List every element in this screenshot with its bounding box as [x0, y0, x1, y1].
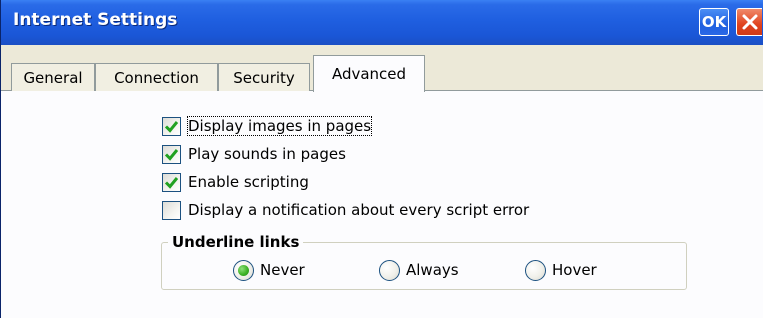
- tab-security-label: Security: [233, 68, 295, 87]
- ok-button-label: OK: [701, 13, 727, 31]
- checkbox-script-error-notification-label: Display a notification about every scrip…: [188, 201, 530, 219]
- radio-never-button[interactable]: [233, 259, 254, 281]
- tab-advanced-label: Advanced: [331, 65, 407, 83]
- window-title: Internet Settings: [13, 10, 178, 30]
- ok-button[interactable]: OK: [699, 8, 729, 36]
- radio-always-label: Always: [406, 261, 459, 279]
- radio-always[interactable]: Always: [379, 259, 459, 281]
- radio-hover-label: Hover: [552, 261, 597, 279]
- radio-never-label: Never: [260, 261, 305, 279]
- checkbox-enable-scripting-box[interactable]: [162, 172, 181, 192]
- radio-hover-button[interactable]: [525, 259, 546, 281]
- close-icon: [742, 14, 757, 30]
- checkbox-enable-scripting-label: Enable scripting: [188, 173, 309, 191]
- tab-connection[interactable]: Connection: [95, 63, 218, 91]
- checkmark-icon: [164, 176, 179, 189]
- tab-connection-label: Connection: [114, 68, 199, 87]
- radio-never[interactable]: Never: [233, 259, 305, 281]
- tab-general[interactable]: General: [11, 63, 95, 91]
- radio-selected-dot: [238, 264, 249, 276]
- checkbox-display-images-box[interactable]: [162, 116, 181, 136]
- checkbox-play-sounds-label: Play sounds in pages: [188, 145, 346, 163]
- tab-security[interactable]: Security: [218, 63, 310, 91]
- radio-hover[interactable]: Hover: [525, 259, 597, 281]
- tab-bar: General Connection Security Advanced: [11, 55, 761, 92]
- internet-settings-window: Internet Settings OK General Connection …: [0, 0, 763, 318]
- checkmark-icon: [164, 120, 179, 133]
- checkbox-display-images[interactable]: Display images in pages: [162, 115, 373, 137]
- title-bar[interactable]: Internet Settings OK: [1, 0, 763, 45]
- checkbox-play-sounds-box[interactable]: [162, 144, 181, 164]
- radio-always-button[interactable]: [379, 259, 400, 281]
- tab-advanced[interactable]: Advanced: [313, 55, 425, 92]
- checkbox-display-images-label: Display images in pages: [186, 116, 373, 136]
- checkbox-script-error-notification-box[interactable]: [162, 200, 181, 220]
- checkbox-enable-scripting[interactable]: Enable scripting: [162, 171, 309, 193]
- checkbox-play-sounds[interactable]: Play sounds in pages: [162, 143, 346, 165]
- checkbox-script-error-notification[interactable]: Display a notification about every scrip…: [162, 199, 529, 221]
- checkmark-icon: [164, 148, 179, 161]
- underline-links-group-title: Underline links: [168, 233, 304, 251]
- close-button[interactable]: [736, 8, 762, 36]
- tab-general-label: General: [23, 68, 83, 87]
